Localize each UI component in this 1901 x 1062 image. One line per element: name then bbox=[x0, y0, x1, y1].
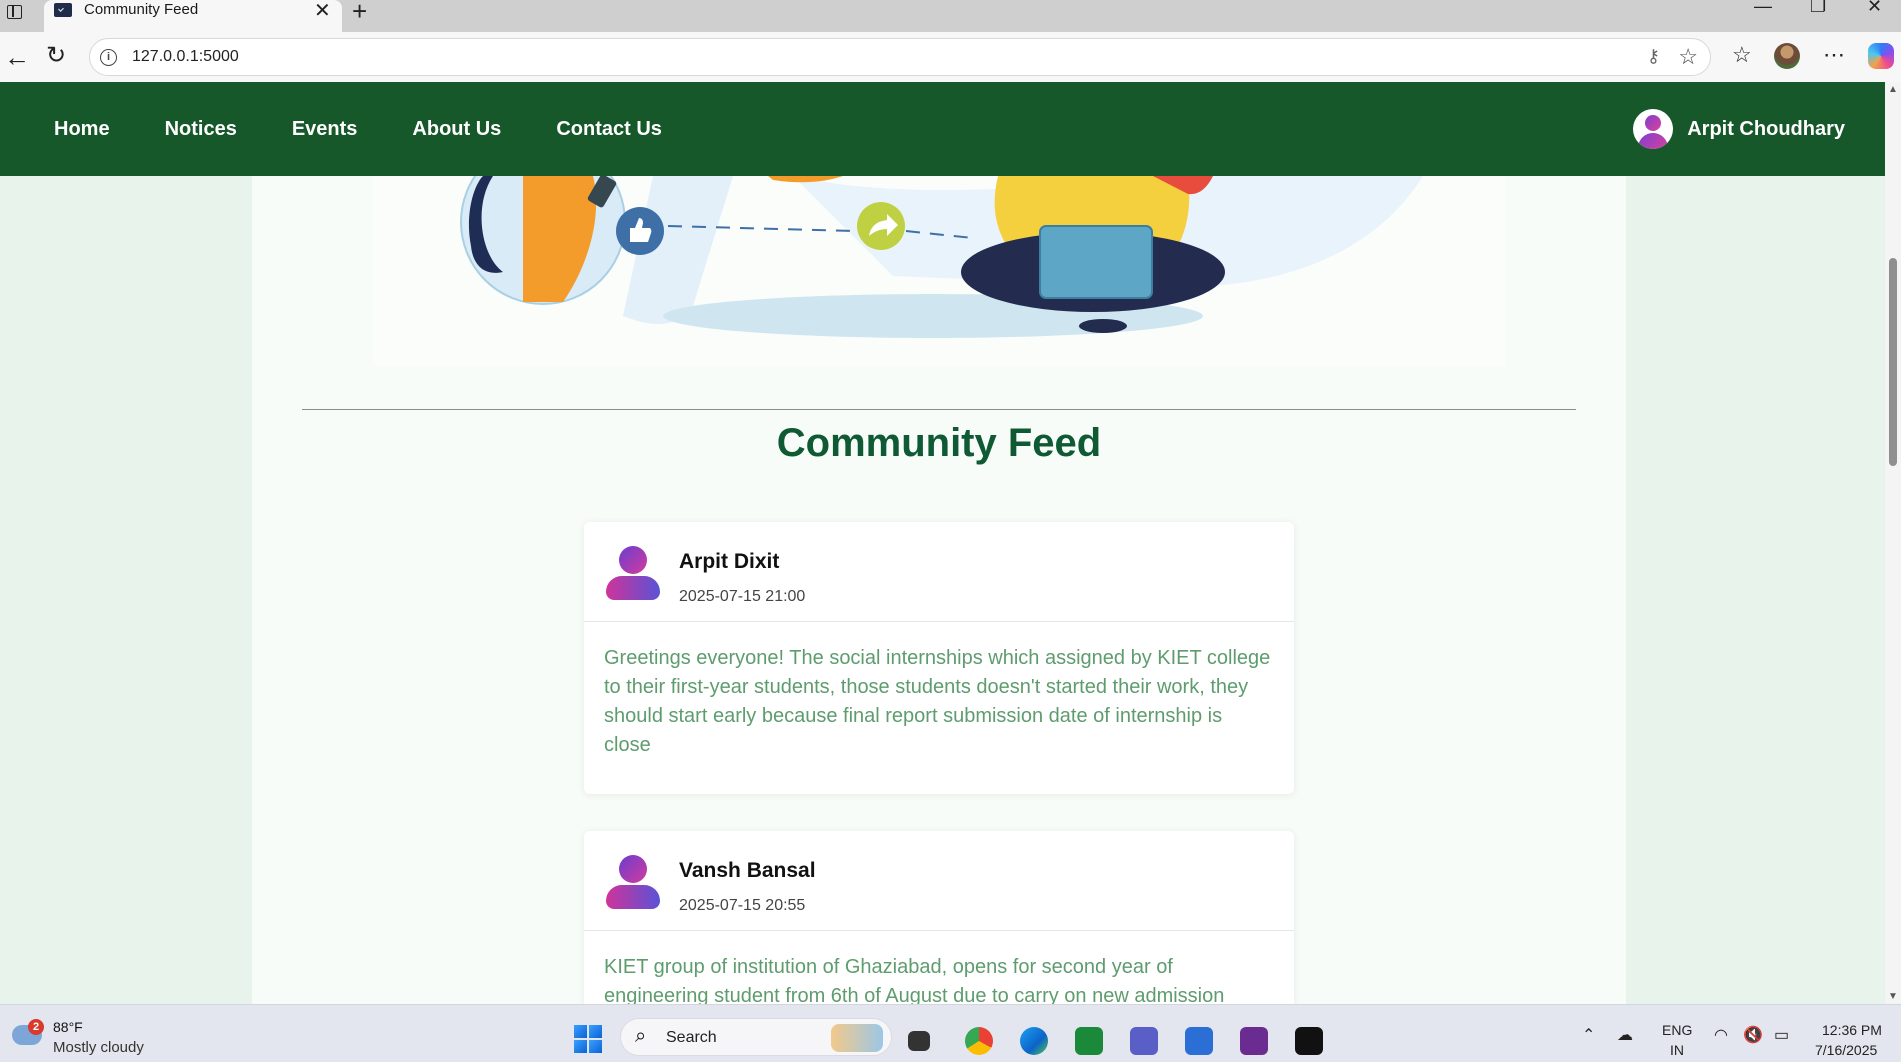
vertical-scrollbar[interactable]: ▲ ▼ bbox=[1885, 82, 1901, 1004]
chevron-up-icon[interactable]: ⌃ bbox=[1582, 1025, 1595, 1045]
nav-about-us[interactable]: About Us bbox=[412, 118, 501, 141]
site-navbar: Home Notices Events About Us Contact Us … bbox=[0, 82, 1885, 176]
post-timestamp: 2025-07-15 20:55 bbox=[679, 897, 806, 914]
scrollbar-thumb[interactable] bbox=[1889, 258, 1897, 466]
browser-tab[interactable]: Community Feed ✕ bbox=[44, 0, 342, 32]
post-timestamp: 2025-07-15 21:00 bbox=[679, 588, 806, 605]
maximize-button[interactable]: ❐ bbox=[1810, 0, 1826, 17]
post-card: Vansh Bansal 2025-07-15 20:55 KIET group… bbox=[584, 831, 1294, 1004]
nav-links: Home Notices Events About Us Contact Us bbox=[54, 118, 662, 141]
search-icon: ⌕ bbox=[635, 1025, 647, 1047]
section-divider bbox=[302, 409, 1576, 410]
taskbar-search[interactable]: ⌕ Search bbox=[620, 1018, 892, 1056]
community-illustration bbox=[460, 176, 1423, 338]
nav-contact-us[interactable]: Contact Us bbox=[556, 118, 662, 141]
search-highlight-image bbox=[831, 1024, 883, 1052]
address-bar[interactable]: i 127.0.0.1:5000 ⚷ ☆ bbox=[89, 38, 1711, 76]
author-avatar-icon bbox=[606, 855, 660, 909]
weather-temperature[interactable]: 88°F bbox=[53, 1019, 83, 1035]
nav-notices[interactable]: Notices bbox=[165, 118, 237, 141]
os-taskbar: 2 88°F Mostly cloudy ⌕ Search ⌃ ☁ ENG IN… bbox=[0, 1004, 1901, 1062]
weather-alert-badge: 2 bbox=[28, 1019, 44, 1035]
favorites-icon[interactable]: ☆ bbox=[1732, 42, 1752, 68]
store-icon[interactable] bbox=[1185, 1027, 1213, 1055]
user-name: Arpit Choudhary bbox=[1687, 117, 1845, 140]
clock-time[interactable]: 12:36 PM bbox=[1822, 1022, 1882, 1038]
post-header: Arpit Dixit 2025-07-15 21:00 bbox=[584, 522, 1294, 622]
clock-date[interactable]: 7/16/2025 bbox=[1815, 1042, 1877, 1058]
windows-start-icon[interactable] bbox=[574, 1025, 602, 1053]
page-title: Community Feed bbox=[776, 421, 1102, 465]
star-icon[interactable]: ☆ bbox=[1678, 44, 1698, 70]
close-tab-icon[interactable]: ✕ bbox=[314, 0, 331, 23]
reload-icon[interactable]: ↻ bbox=[46, 41, 66, 70]
tab-favicon-icon bbox=[54, 3, 72, 17]
sidebar-icon[interactable] bbox=[4, 2, 26, 24]
onedrive-icon[interactable]: ☁ bbox=[1617, 1025, 1633, 1045]
browser-tab-strip: Community Feed ✕ + — ❐ ✕ bbox=[0, 0, 1901, 32]
post-content: Greetings everyone! The social internshi… bbox=[604, 647, 1271, 756]
scroll-up-icon[interactable]: ▲ bbox=[1888, 84, 1898, 95]
post-author: Arpit Dixit bbox=[679, 550, 780, 573]
pycharm-icon[interactable] bbox=[1295, 1027, 1323, 1055]
task-view-icon[interactable] bbox=[908, 1031, 930, 1051]
address-bar-row: ← ↻ i 127.0.0.1:5000 ⚷ ☆ bbox=[0, 32, 1901, 82]
region-indicator[interactable]: IN bbox=[1670, 1042, 1684, 1058]
nav-home[interactable]: Home bbox=[54, 118, 110, 141]
language-indicator[interactable]: ENG bbox=[1662, 1022, 1692, 1038]
tab-title: Community Feed bbox=[84, 1, 199, 18]
nav-events[interactable]: Events bbox=[292, 118, 358, 141]
battery-icon[interactable]: ▭ bbox=[1774, 1025, 1789, 1045]
volume-muted-icon[interactable]: 🔇 bbox=[1743, 1025, 1763, 1045]
key-icon[interactable]: ⚷ bbox=[1647, 46, 1660, 67]
minimize-button[interactable]: — bbox=[1754, 0, 1772, 17]
xbox-icon[interactable] bbox=[1075, 1027, 1103, 1055]
back-icon[interactable]: ← bbox=[4, 42, 30, 73]
more-icon[interactable]: ⋯ bbox=[1823, 42, 1845, 68]
copilot-icon[interactable] bbox=[1868, 43, 1894, 69]
scroll-down-icon[interactable]: ▼ bbox=[1888, 991, 1898, 1002]
user-avatar bbox=[1633, 109, 1674, 149]
close-window-button[interactable]: ✕ bbox=[1867, 0, 1882, 17]
post-card: Arpit Dixit 2025-07-15 21:00 Greetings e… bbox=[584, 522, 1294, 794]
hero-illustration bbox=[373, 176, 1506, 366]
url-text[interactable]: 127.0.0.1:5000 bbox=[132, 48, 239, 66]
wifi-icon[interactable]: ◠ bbox=[1714, 1025, 1728, 1045]
edge-icon[interactable] bbox=[1020, 1027, 1048, 1055]
chrome-icon[interactable] bbox=[965, 1027, 993, 1055]
teams-icon[interactable] bbox=[1130, 1027, 1158, 1055]
new-tab-button[interactable]: + bbox=[352, 0, 367, 27]
app-icon[interactable] bbox=[1240, 1027, 1268, 1055]
user-menu[interactable]: Arpit Choudhary bbox=[1633, 109, 1845, 149]
post-author: Vansh Bansal bbox=[679, 859, 816, 882]
author-avatar-icon bbox=[606, 546, 660, 600]
search-label: Search bbox=[666, 1029, 717, 1046]
post-content: KIET group of institution of Ghaziabad, … bbox=[604, 956, 1225, 1004]
weather-description[interactable]: Mostly cloudy bbox=[53, 1039, 144, 1056]
info-icon[interactable]: i bbox=[100, 49, 117, 66]
profile-avatar[interactable] bbox=[1774, 43, 1800, 69]
post-header: Vansh Bansal 2025-07-15 20:55 bbox=[584, 831, 1294, 931]
